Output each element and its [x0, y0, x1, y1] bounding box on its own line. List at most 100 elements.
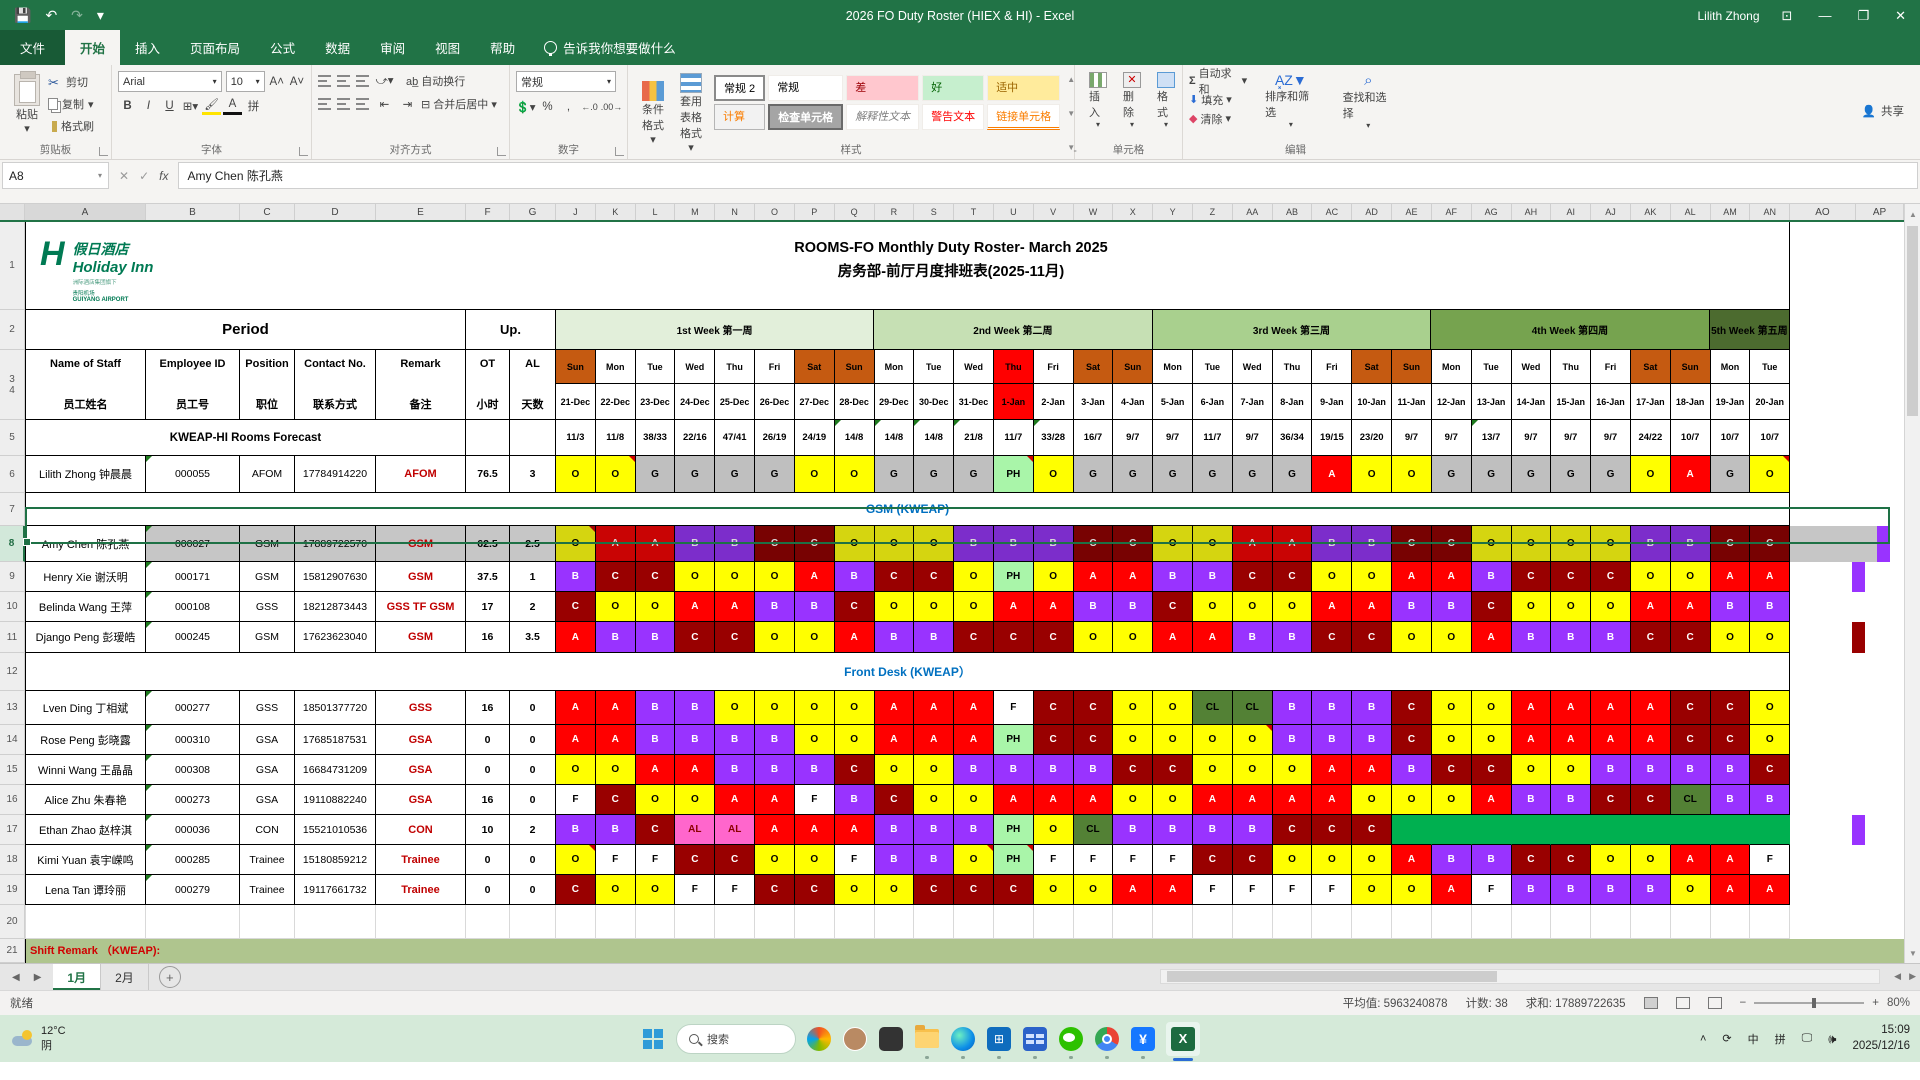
shift-cell-row15-day8[interactable]: C	[834, 755, 875, 785]
shift-cell-row8-day31[interactable]: C	[1750, 526, 1791, 562]
shift-cell-row10-day13[interactable]: A	[1033, 592, 1074, 622]
shift-cell-row14-day23[interactable]: O	[1431, 725, 1472, 755]
shift-cell-row6-day4[interactable]: G	[675, 456, 716, 493]
shift-cell-row6-day16[interactable]: G	[1153, 456, 1193, 493]
shift-cell-row6-day15[interactable]: G	[1113, 456, 1154, 493]
shift-cell-row8-day28[interactable]: B	[1630, 526, 1671, 562]
shift-cell-row10-day9[interactable]: O	[874, 592, 915, 622]
forecast-16-Jan[interactable]: 9/7	[1591, 420, 1631, 456]
cell-pos-row6[interactable]: AFOM	[240, 456, 295, 493]
date-header-14-Jan[interactable]: 14-Jan	[1511, 384, 1552, 420]
cell-remark-row14[interactable]: GSA	[376, 725, 466, 755]
shift-cell-row6-day12[interactable]: PH	[993, 456, 1034, 493]
shift-cell-row14-day7[interactable]: O	[794, 725, 835, 755]
shift-cell-row11-day23[interactable]: O	[1431, 622, 1472, 653]
col-header-AA[interactable]: AA	[1233, 204, 1273, 220]
dow-header-18-Jan[interactable]: Sun	[1670, 350, 1711, 384]
alipay-button[interactable]: ¥	[1130, 1026, 1156, 1059]
shift-cell-row15-day29[interactable]: B	[1670, 755, 1711, 785]
cell-id-row16[interactable]: 000273	[146, 785, 240, 815]
date-header-26-Dec[interactable]: 26-Dec	[755, 384, 795, 420]
shift-cell-row18-day28[interactable]: O	[1630, 845, 1671, 875]
shift-cell-row13-day13[interactable]: C	[1033, 691, 1074, 725]
shift-cell-row13-day5[interactable]: O	[715, 691, 756, 725]
shift-cell-row10-day11[interactable]: O	[954, 592, 994, 622]
cell-contact-row8[interactable]: 17889722570	[295, 526, 376, 562]
shift-cell-row14-day28[interactable]: A	[1630, 725, 1671, 755]
tab-home[interactable]: 开始	[65, 30, 121, 65]
shift-cell-row8-day30[interactable]: C	[1710, 526, 1751, 562]
shift-cell-row8-day16[interactable]: O	[1153, 526, 1193, 562]
row-header-12[interactable]: 12	[0, 653, 25, 691]
shift-cell-row18-day10[interactable]: B	[914, 845, 955, 875]
shift-cell-row10-day21[interactable]: A	[1352, 592, 1393, 622]
shift-cell-row16-day18[interactable]: A	[1232, 785, 1273, 815]
shift-cell-row15-day18[interactable]: O	[1232, 755, 1273, 785]
forecast-9-Jan[interactable]: 19/15	[1312, 420, 1353, 456]
shift-cell-row19-day25[interactable]: B	[1511, 875, 1552, 905]
shift-cell-row9-day28[interactable]: O	[1630, 562, 1671, 592]
shift-cell-row8-day19[interactable]: A	[1272, 526, 1313, 562]
shift-cell-row15-day12[interactable]: B	[993, 755, 1034, 785]
zoom-slider[interactable]	[1754, 998, 1865, 1008]
shift-cell-row17-day6[interactable]: A	[755, 815, 795, 845]
shift-cell-row17-day17[interactable]: B	[1193, 815, 1233, 845]
shift-cell-row6-day5[interactable]: G	[715, 456, 756, 493]
shift-cell-row17-day31[interactable]	[1750, 815, 1791, 845]
shift-cell-row17-day13[interactable]: O	[1033, 815, 1074, 845]
sort-filter-button[interactable]: A͓Z▼ 排序和筛选 ▾	[1257, 71, 1324, 131]
row-header-6[interactable]: 6	[0, 456, 25, 493]
cell-name-row15[interactable]: Winni Wang 王晶晶	[25, 755, 146, 785]
shift-cell-row18-day6[interactable]: O	[755, 845, 795, 875]
shift-cell-row9-day16[interactable]: B	[1153, 562, 1193, 592]
shift-cell-row13-day1[interactable]: A	[556, 691, 596, 725]
cell-pos-row17[interactable]: CON	[240, 815, 295, 845]
col-header-AD[interactable]: AD	[1352, 204, 1393, 220]
tab-formulas[interactable]: 公式	[255, 30, 310, 65]
font-color-button[interactable]: A	[223, 96, 242, 115]
shift-cell-row9-day19[interactable]: C	[1272, 562, 1313, 592]
week-header-3[interactable]: 3rd Week 第三周	[1152, 310, 1432, 350]
forecast-6-Jan[interactable]: 11/7	[1193, 420, 1233, 456]
shift-cell-row17-day14[interactable]: CL	[1073, 815, 1114, 845]
hidden-icons-chevron[interactable]: ˄	[1700, 1033, 1706, 1045]
shift-cell-row6-day20[interactable]: A	[1312, 456, 1353, 493]
shift-cell-row14-day17[interactable]: O	[1193, 725, 1233, 755]
forecast-31-Dec[interactable]: 21/8	[954, 420, 994, 456]
shift-cell-row17-day27[interactable]	[1591, 815, 1631, 845]
shift-cell-row18-day25[interactable]: C	[1511, 845, 1552, 875]
currency-icon[interactable]: 💲▾	[515, 97, 535, 116]
shift-cell-row10-day16[interactable]: C	[1153, 592, 1193, 622]
shift-cell-row15-day9[interactable]: O	[874, 755, 915, 785]
font-dialog-launcher[interactable]	[299, 147, 308, 156]
cell-remark-row6[interactable]: AFOM	[376, 456, 466, 493]
col-header-Q[interactable]: Q	[835, 204, 875, 220]
col-header-J[interactable]: J	[556, 204, 596, 220]
edge-button[interactable]	[950, 1026, 976, 1059]
dow-header-19-Jan[interactable]: Mon	[1710, 350, 1751, 384]
shift-cell-row9-day21[interactable]: O	[1352, 562, 1393, 592]
date-header-11-Jan[interactable]: 11-Jan	[1392, 384, 1432, 420]
shift-cell-row16-day9[interactable]: C	[874, 785, 915, 815]
shift-cell-row15-day1[interactable]: O	[556, 755, 596, 785]
shift-cell-row13-day23[interactable]: O	[1431, 691, 1472, 725]
cell-pos-row18[interactable]: Trainee	[240, 845, 295, 875]
clipboard-dialog-launcher[interactable]	[99, 147, 108, 156]
name-box[interactable]: A8 ▾	[2, 162, 109, 189]
shift-cell-row15-day22[interactable]: B	[1392, 755, 1432, 785]
date-header-23-Dec[interactable]: 23-Dec	[635, 384, 676, 420]
col-header-AJ[interactable]: AJ	[1591, 204, 1631, 220]
shift-cell-row16-day13[interactable]: A	[1033, 785, 1074, 815]
shift-cell-row11-day21[interactable]: C	[1352, 622, 1393, 653]
style-bad[interactable]: 差	[846, 75, 920, 101]
shift-cell-row14-day29[interactable]: C	[1670, 725, 1711, 755]
forecast-14-Jan[interactable]: 9/7	[1511, 420, 1552, 456]
wrap-text-button[interactable]: ab̲ 自动换行	[406, 73, 465, 89]
forecast-25-Dec[interactable]: 47/41	[715, 420, 756, 456]
forecast-20-Jan[interactable]: 10/7	[1750, 420, 1791, 456]
shift-cell-row18-day27[interactable]: O	[1591, 845, 1631, 875]
shift-cell-row10-day15[interactable]: B	[1113, 592, 1154, 622]
col-header-C[interactable]: C	[240, 204, 295, 220]
shift-cell-row14-day10[interactable]: A	[914, 725, 955, 755]
shift-cell-row6-day7[interactable]: O	[794, 456, 835, 493]
